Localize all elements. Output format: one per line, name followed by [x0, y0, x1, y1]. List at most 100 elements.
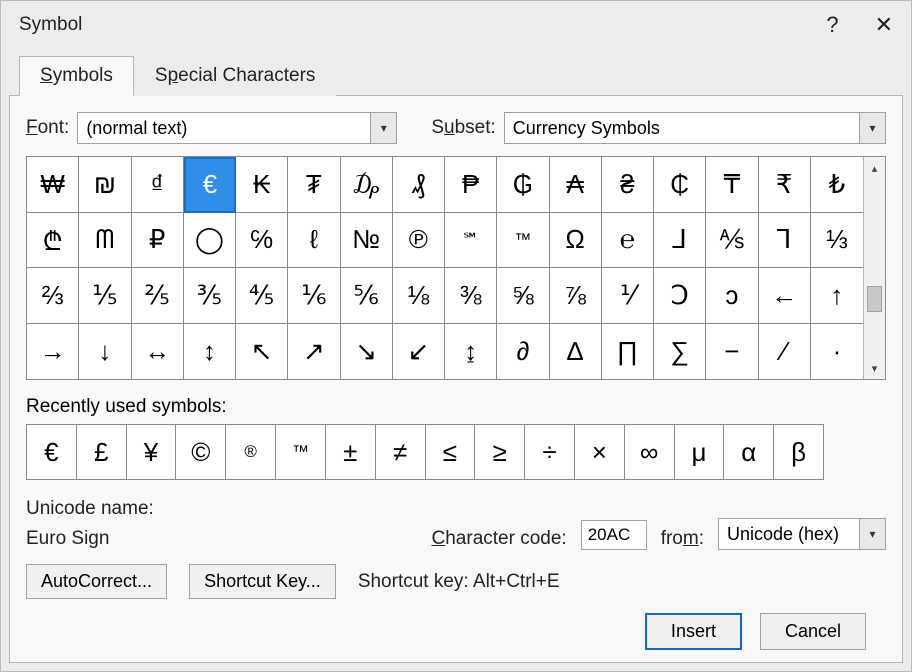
recent-symbol-cell[interactable]: ∞ [625, 425, 675, 479]
symbol-cell[interactable]: ᗰ [79, 213, 131, 269]
symbol-cell[interactable]: ⅜ [445, 268, 497, 324]
symbol-cell[interactable]: ℮ [602, 213, 654, 269]
shortcut-key-button[interactable]: Shortcut Key... [189, 564, 336, 599]
symbol-cell[interactable]: − [706, 324, 758, 380]
tab-symbols[interactable]: Symbols [19, 56, 134, 96]
symbol-cell[interactable]: ⅕ [79, 268, 131, 324]
symbol-cell[interactable]: ₴ [602, 157, 654, 213]
symbol-cell[interactable]: ⅗ [184, 268, 236, 324]
symbol-cell[interactable]: ₱ [445, 157, 497, 213]
recent-symbol-cell[interactable]: £ [77, 425, 127, 479]
symbol-cell[interactable]: ₩ [27, 157, 79, 213]
symbol-cell[interactable]: ₮ [288, 157, 340, 213]
scrollbar[interactable]: ▴ ▾ [863, 157, 885, 379]
symbol-cell[interactable]: ◯ [184, 213, 236, 269]
tab-special-characters[interactable]: Special Characters [134, 56, 337, 96]
from-combo[interactable]: Unicode (hex) ▾ [718, 518, 886, 550]
recent-symbol-cell[interactable]: × [575, 425, 625, 479]
cancel-button[interactable]: Cancel [760, 613, 866, 650]
symbol-cell[interactable]: ↑ [811, 268, 863, 324]
close-icon[interactable]: ✕ [875, 12, 893, 38]
symbol-cell[interactable]: ₲ [497, 157, 549, 213]
symbol-cell[interactable]: ℓ [288, 213, 340, 269]
recent-symbol-cell[interactable]: ± [326, 425, 376, 479]
symbol-cell[interactable]: ⅖ [132, 268, 184, 324]
symbol-cell[interactable]: ⅞ [550, 268, 602, 324]
symbol-cell[interactable]: ∂ [497, 324, 549, 380]
recent-symbol-cell[interactable]: € [27, 425, 77, 479]
symbol-cell[interactable]: ∙ [811, 324, 863, 380]
symbol-cell[interactable]: ⅔ [27, 268, 79, 324]
symbol-cell[interactable]: ⅚ [341, 268, 393, 324]
symbol-cell[interactable]: ₺ [811, 157, 863, 213]
autocorrect-button[interactable]: AutoCorrect... [26, 564, 167, 599]
recent-symbol-cell[interactable]: μ [675, 425, 725, 479]
symbol-cell[interactable]: ₫ [132, 157, 184, 213]
symbol-cell[interactable]: ₭ [236, 157, 288, 213]
chevron-down-icon[interactable]: ▾ [370, 113, 396, 143]
symbol-cell[interactable]: ₳ [550, 157, 602, 213]
symbol-cell[interactable]: ℅ [236, 213, 288, 269]
symbol-cell[interactable]: ↘ [341, 324, 393, 380]
symbol-cell[interactable]: ∑ [654, 324, 706, 380]
symbol-cell[interactable]: ↓ [79, 324, 131, 380]
symbol-cell[interactable]: ⅙ [288, 268, 340, 324]
symbol-cell[interactable]: ∕ [759, 324, 811, 380]
symbol-cell[interactable]: Ↄ [654, 268, 706, 324]
recent-symbol-cell[interactable]: ≥ [475, 425, 525, 479]
symbol-cell[interactable]: ↗ [288, 324, 340, 380]
symbol-cell[interactable]: ↄ [706, 268, 758, 324]
symbol-cell[interactable]: ↕ [184, 324, 236, 380]
symbol-cell[interactable]: ↖ [236, 324, 288, 380]
symbol-cell[interactable]: ₰ [393, 157, 445, 213]
symbol-cell[interactable]: ⅃ [654, 213, 706, 269]
recent-symbol-cell[interactable]: © [176, 425, 226, 479]
symbol-cell[interactable]: ⅟ [602, 268, 654, 324]
scroll-down-icon[interactable]: ▾ [864, 357, 885, 379]
symbol-cell[interactable]: ™ [497, 213, 549, 269]
recent-symbol-cell[interactable]: ≠ [376, 425, 426, 479]
recent-symbol-cell[interactable]: ÷ [525, 425, 575, 479]
symbol-cell[interactable]: ₯ [341, 157, 393, 213]
symbol-cell[interactable]: ↔ [132, 324, 184, 380]
insert-button[interactable]: Insert [645, 613, 742, 650]
symbol-cell[interactable]: ₽ [132, 213, 184, 269]
char-code-input[interactable] [581, 520, 647, 550]
symbol-cell[interactable]: ↨ [445, 324, 497, 380]
chevron-down-icon[interactable]: ▾ [859, 113, 885, 143]
subset-combo[interactable]: Currency Symbols ▾ [504, 112, 886, 144]
scroll-track[interactable] [864, 179, 885, 357]
recent-symbol-cell[interactable]: ¥ [127, 425, 177, 479]
recent-symbol-cell[interactable]: ® [226, 425, 276, 479]
symbol-cell[interactable]: ₵ [654, 157, 706, 213]
symbol-cell[interactable]: ← [759, 268, 811, 324]
recent-symbol-cell[interactable]: ™ [276, 425, 326, 479]
scroll-up-icon[interactable]: ▴ [864, 157, 885, 179]
symbol-cell[interactable]: → [27, 324, 79, 380]
symbol-cell[interactable]: ₸ [706, 157, 758, 213]
scroll-thumb[interactable] [867, 286, 882, 312]
chevron-down-icon[interactable]: ▾ [859, 519, 885, 549]
symbol-cell[interactable]: ∆ [550, 324, 602, 380]
help-icon[interactable]: ? [826, 12, 838, 38]
recent-symbol-cell[interactable]: ≤ [426, 425, 476, 479]
symbol-cell[interactable]: ⅛ [393, 268, 445, 324]
symbol-cell[interactable]: ₾ [27, 213, 79, 269]
symbol-cell[interactable]: № [341, 213, 393, 269]
recent-symbol-cell[interactable]: β [774, 425, 823, 479]
symbol-cell[interactable]: Ω [550, 213, 602, 269]
symbol-cell[interactable]: ℠ [445, 213, 497, 269]
symbol-cell[interactable]: ∏ [602, 324, 654, 380]
symbol-cell[interactable]: ⅘ [236, 268, 288, 324]
symbol-cell[interactable]: ⅓ [811, 213, 863, 269]
recent-symbol-cell[interactable]: α [724, 425, 774, 479]
symbol-cell[interactable]: ℗ [393, 213, 445, 269]
symbol-cell[interactable]: ⅂ [759, 213, 811, 269]
font-combo[interactable]: (normal text) ▾ [77, 112, 397, 144]
symbol-cell[interactable]: € [184, 157, 236, 213]
symbol-cell[interactable]: ₪ [79, 157, 131, 213]
symbol-cell[interactable]: ⅝ [497, 268, 549, 324]
symbol-cell[interactable]: ⅍ [706, 213, 758, 269]
symbol-cell[interactable]: ₹ [759, 157, 811, 213]
symbol-cell[interactable]: ↙ [393, 324, 445, 380]
